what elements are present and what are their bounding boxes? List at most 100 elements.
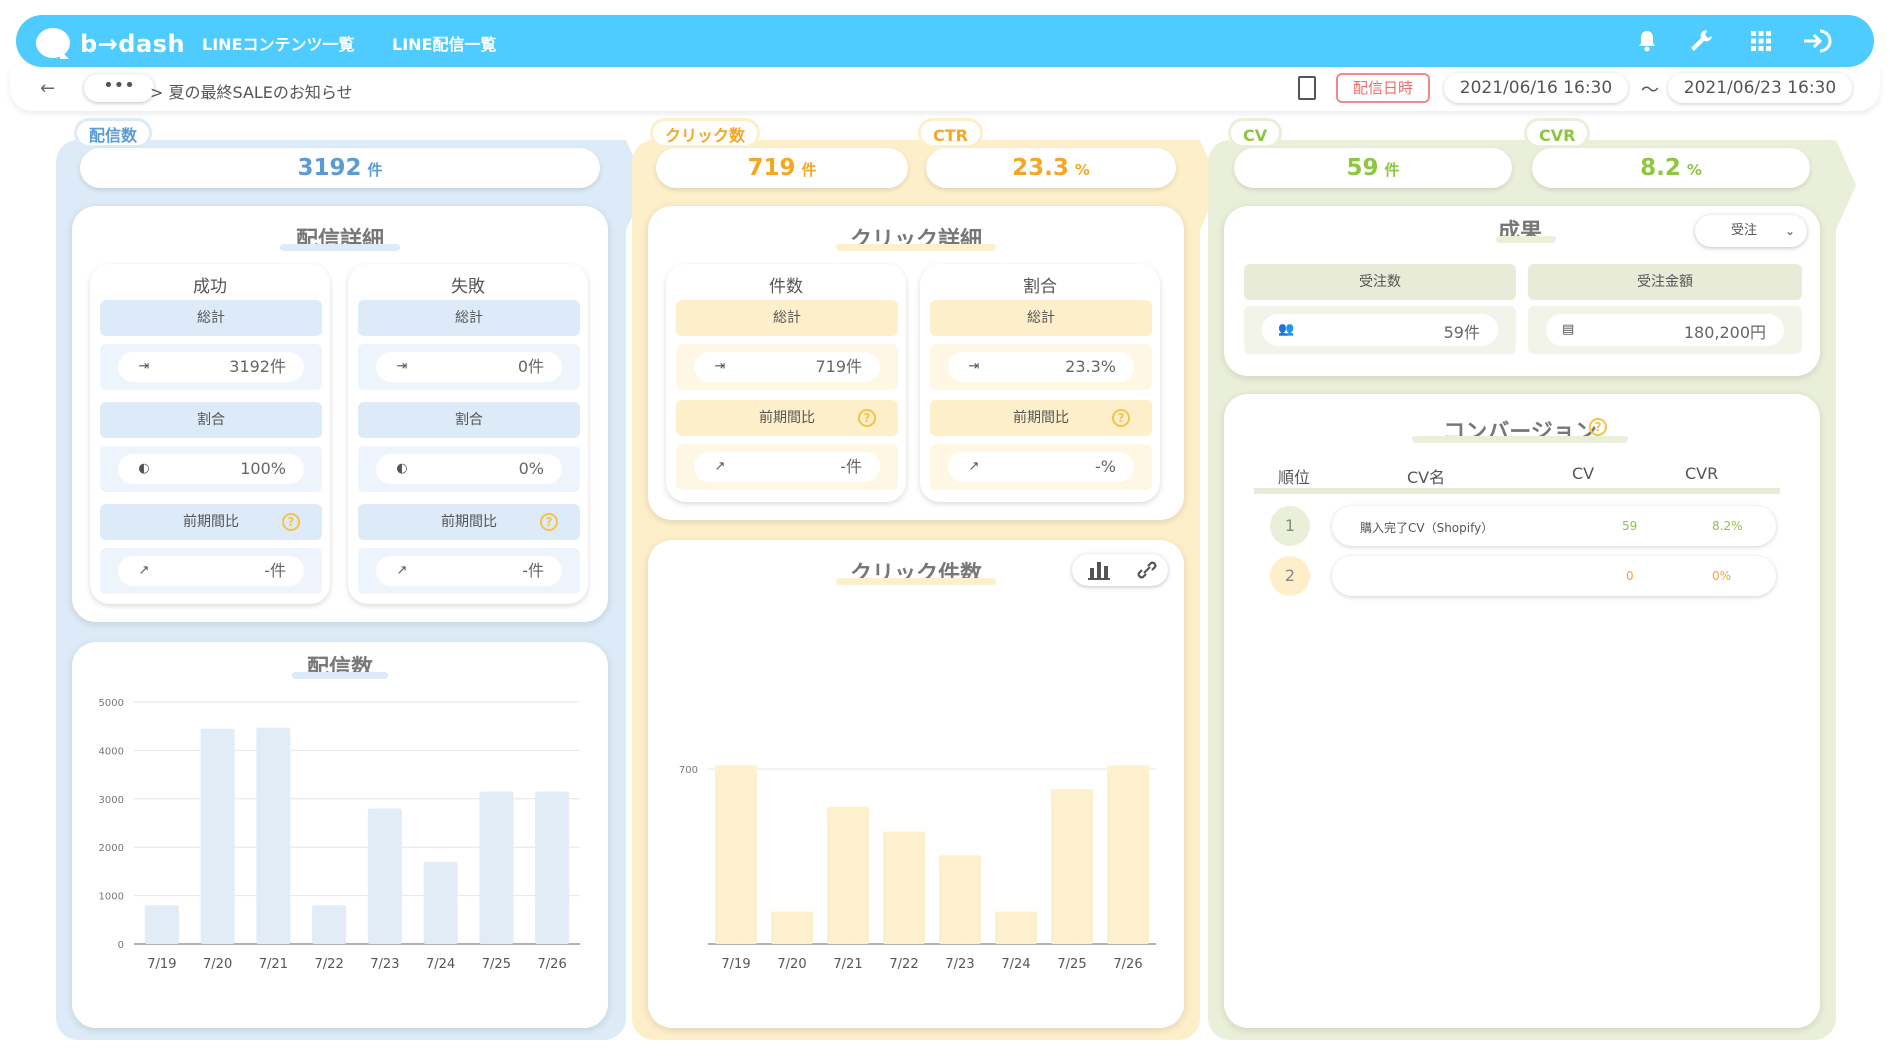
x-tick-label: 7/24 bbox=[426, 957, 455, 972]
cv-column-arrow bbox=[1816, 140, 1856, 230]
click-ratio-prev-value: -% bbox=[1095, 457, 1116, 476]
document-icon[interactable] bbox=[1298, 76, 1316, 100]
conversion-header-cvr: CVR bbox=[1685, 464, 1719, 483]
ctr-unit: % bbox=[1074, 161, 1090, 179]
nav-link-line-deliveries[interactable]: LINE配信一覧 bbox=[392, 31, 496, 55]
help-icon[interactable]: ? bbox=[1112, 409, 1130, 427]
failure-title: 失敗 bbox=[451, 277, 485, 297]
logo-bubble-icon bbox=[36, 28, 70, 59]
cvr-metric: 8.2% bbox=[1532, 148, 1810, 188]
success-prev-pill: ↗ -件 bbox=[118, 556, 304, 586]
delivery-count-value: 3192 bbox=[297, 155, 362, 181]
ctr-metric: 23.3% bbox=[926, 148, 1176, 188]
logout-icon[interactable] bbox=[1800, 26, 1836, 56]
bar bbox=[939, 855, 981, 944]
failure-ratio-label: 割合 bbox=[358, 402, 580, 438]
date-to-input[interactable]: 2021/06/23 16:30 bbox=[1668, 73, 1852, 103]
failure-prev-pill: ↗ -件 bbox=[376, 556, 562, 586]
results-type-value: 受注 bbox=[1731, 223, 1758, 238]
results-type-select[interactable]: 受注 ⌄ bbox=[1695, 215, 1807, 247]
click-chart-title-underline bbox=[836, 578, 996, 585]
x-tick-label: 7/22 bbox=[889, 957, 918, 972]
success-total-value: 3192件 bbox=[229, 357, 286, 376]
bar bbox=[423, 861, 458, 944]
failure-total-value: 0件 bbox=[517, 357, 544, 376]
invoice-icon: ▤ bbox=[1562, 322, 1575, 337]
delivery-detail-title-underline bbox=[280, 244, 400, 251]
help-icon[interactable]: ? bbox=[540, 513, 558, 531]
bdash-logo[interactable]: b→dash bbox=[36, 28, 206, 59]
nav-link-line-contents[interactable]: LINEコンテンツ一覧 bbox=[202, 31, 354, 55]
ctr-value: 23.3 bbox=[1012, 155, 1069, 181]
click-count-total-pill: ⇥ 719件 bbox=[694, 352, 880, 382]
x-tick-label: 7/23 bbox=[945, 957, 974, 972]
delivery-date-tag: 配信日時 bbox=[1336, 73, 1430, 103]
date-from-input[interactable]: 2021/06/16 16:30 bbox=[1444, 73, 1628, 103]
bar bbox=[995, 911, 1037, 944]
amount-label: 受注金額 bbox=[1528, 264, 1802, 300]
y-tick-label: 2000 bbox=[99, 843, 124, 854]
conversion-row-1[interactable]: 購入完了CV（Shopify） 59 8.2% bbox=[1332, 506, 1776, 546]
trend-icon: ↗ bbox=[714, 459, 726, 474]
conversion-header-rank: 順位 bbox=[1278, 468, 1311, 487]
more-breadcrumb-button[interactable]: ••• bbox=[84, 74, 154, 102]
login-icon: ⇥ bbox=[138, 359, 150, 374]
click-count-total-value: 719件 bbox=[815, 357, 862, 376]
amount-value: 180,200円 bbox=[1683, 323, 1766, 342]
trend-icon: ↗ bbox=[138, 563, 150, 578]
logo-text: b→dash bbox=[80, 30, 186, 58]
success-prev-label: 前期間比 bbox=[183, 514, 239, 530]
wrench-icon[interactable] bbox=[1686, 26, 1716, 56]
cvr-tab: CVR bbox=[1524, 118, 1591, 148]
failure-total-label: 総計 bbox=[358, 300, 580, 336]
pie-icon: ◐ bbox=[396, 461, 408, 476]
success-total-pill: ⇥ 3192件 bbox=[118, 352, 304, 382]
orders-pill: 👥 59件 bbox=[1262, 314, 1498, 346]
help-icon[interactable]: ? bbox=[1589, 418, 1607, 436]
success-ratio-pill: ◐ 100% bbox=[118, 454, 304, 484]
failure-ratio-pill: ◐ 0% bbox=[376, 454, 562, 484]
conversion-row-1-name: 購入完了CV（Shopify） bbox=[1360, 521, 1494, 535]
y-tick-label: 1000 bbox=[99, 892, 124, 903]
rank-badge-1: 1 bbox=[1270, 506, 1310, 546]
help-icon[interactable]: ? bbox=[858, 409, 876, 427]
bar bbox=[883, 831, 925, 944]
back-arrow-icon[interactable]: ← bbox=[40, 78, 55, 99]
bar bbox=[312, 905, 347, 944]
bar bbox=[479, 791, 514, 944]
y-tick-label: 0 bbox=[118, 940, 124, 951]
failure-prev-label: 前期間比 bbox=[441, 514, 497, 530]
click-count-value: 719 bbox=[747, 155, 796, 181]
login-icon: ⇥ bbox=[396, 359, 408, 374]
link-icon[interactable] bbox=[1132, 558, 1162, 582]
bar-chart-icon[interactable] bbox=[1084, 558, 1114, 582]
help-icon[interactable]: ? bbox=[282, 513, 300, 531]
y-tick-label: 700 bbox=[679, 765, 698, 776]
click-detail-title-underline bbox=[836, 244, 996, 251]
conversion-row-1-cv: 59 bbox=[1622, 519, 1638, 533]
bar bbox=[200, 728, 235, 944]
conversion-header-cv: CV bbox=[1572, 464, 1595, 483]
cv-value: 59 bbox=[1346, 155, 1379, 181]
bar bbox=[144, 905, 179, 944]
bar bbox=[827, 806, 869, 944]
grid-menu-icon[interactable] bbox=[1746, 26, 1776, 56]
conversion-row-2[interactable]: 0 0% bbox=[1332, 556, 1776, 596]
conversion-row-2-cv: 0 bbox=[1626, 569, 1634, 583]
users-icon: 👥 bbox=[1278, 322, 1295, 337]
cvr-unit: % bbox=[1686, 161, 1702, 179]
login-icon: ⇥ bbox=[968, 359, 980, 374]
bar bbox=[535, 791, 570, 944]
success-title: 成功 bbox=[193, 277, 227, 297]
chevron-down-icon: ⌄ bbox=[1784, 224, 1795, 238]
y-tick-label: 3000 bbox=[99, 795, 124, 806]
x-tick-label: 7/25 bbox=[482, 957, 511, 972]
bell-icon[interactable] bbox=[1632, 26, 1662, 56]
click-count-prev-value: -件 bbox=[840, 457, 862, 476]
click-count-prev-pill: ↗ -件 bbox=[694, 452, 880, 482]
click-count-unit: 件 bbox=[801, 161, 817, 179]
conversion-header-underline bbox=[1254, 488, 1780, 494]
cvr-value: 8.2 bbox=[1640, 155, 1681, 181]
x-tick-label: 7/25 bbox=[1057, 957, 1086, 972]
orders-value: 59件 bbox=[1443, 323, 1480, 342]
